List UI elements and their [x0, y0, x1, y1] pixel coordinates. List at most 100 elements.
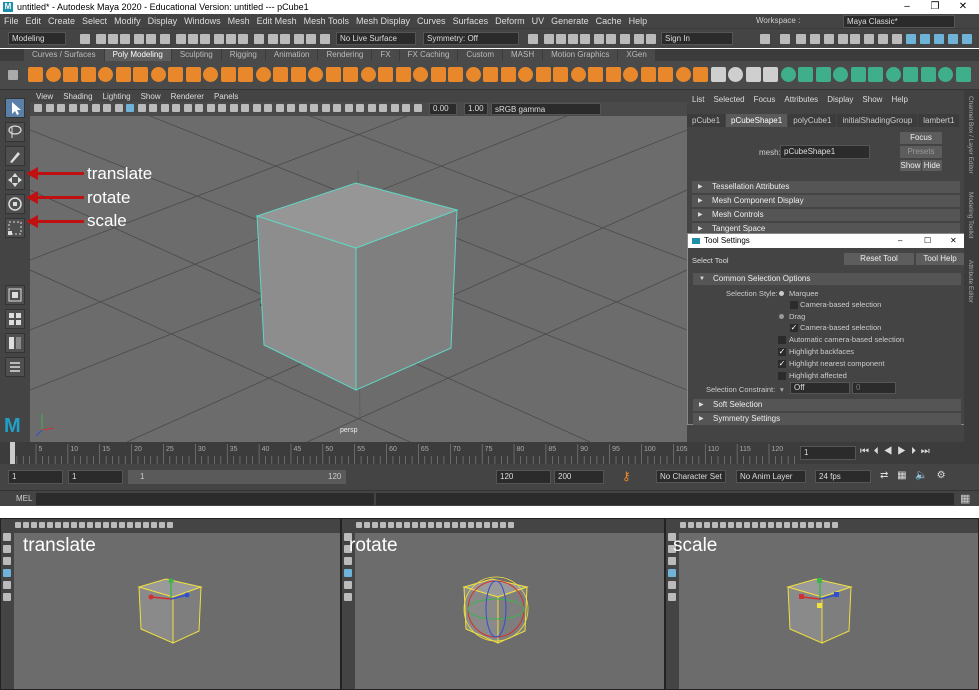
viewport-tool-icon[interactable]: [379, 104, 387, 112]
viewport-tool-icon[interactable]: [390, 104, 399, 112]
playback-end-field[interactable]: 120: [496, 470, 551, 484]
poly-shelf-tool-icon[interactable]: [255, 67, 271, 82]
status-tool-icon[interactable]: [824, 34, 834, 44]
status-tool-icon[interactable]: [294, 34, 304, 44]
status-tool-icon[interactable]: [920, 34, 930, 44]
script-editor-icon[interactable]: ▦: [960, 492, 970, 505]
poly-shelf-tool-icon[interactable]: [868, 67, 883, 82]
status-tool-icon[interactable]: [568, 34, 578, 44]
poly-shelf-tool-icon[interactable]: [115, 67, 131, 82]
poly-shelf-tool-icon[interactable]: [588, 67, 603, 82]
status-tool-icon[interactable]: [780, 34, 790, 44]
shelf-tab-rendering[interactable]: Rendering: [318, 49, 372, 61]
shelf-tab-poly-modeling[interactable]: Poly Modeling: [104, 49, 171, 61]
viewport-tool-icon[interactable]: [252, 104, 261, 112]
viewport-tool-icon[interactable]: [114, 104, 123, 112]
live-surface-dropdown[interactable]: No Live Surface: [336, 32, 416, 45]
status-tool-icon[interactable]: [320, 34, 330, 44]
gamma-field[interactable]: 1.00: [464, 103, 488, 115]
viewport-menu-view[interactable]: View: [36, 92, 53, 101]
ae-menu-selected[interactable]: Selected: [713, 95, 744, 104]
menu-cache[interactable]: Cache: [596, 16, 622, 26]
status-tool-icon[interactable]: [556, 34, 566, 44]
shelf-tab-mash[interactable]: MASH: [502, 49, 543, 61]
status-tool-icon[interactable]: [634, 34, 644, 44]
viewport-tool-icon[interactable]: [218, 104, 226, 112]
poly-shelf-tool-icon[interactable]: [325, 67, 341, 82]
playback-controls[interactable]: ⏮ ⏴ ◀ ▶ ⏵ ⏭: [860, 446, 931, 457]
status-tool-icon[interactable]: [528, 34, 538, 44]
auto-key-icon[interactable]: ⚷: [622, 469, 631, 483]
poly-shelf-tool-icon[interactable]: [518, 67, 533, 82]
poly-shelf-tool-icon[interactable]: [483, 67, 498, 82]
shelf-tab-sculpting[interactable]: Sculpting: [171, 49, 221, 61]
camera-based-checkbox-2[interactable]: ✓: [790, 324, 798, 332]
poly-shelf-tool-icon[interactable]: [693, 67, 708, 82]
playback-start-field[interactable]: 1: [68, 470, 123, 484]
viewport-tool-icon[interactable]: [367, 104, 376, 112]
poly-shelf-tool-icon[interactable]: [273, 67, 288, 82]
status-tool-icon[interactable]: [606, 34, 616, 44]
minimize-button[interactable]: –: [893, 0, 921, 14]
poly-shelf-tool-icon[interactable]: [465, 67, 481, 82]
ae-menu-show[interactable]: Show: [862, 95, 882, 104]
workspace-dropdown[interactable]: Maya Classic*: [843, 15, 955, 28]
color-space-dropdown[interactable]: sRGB gamma: [491, 103, 601, 115]
shelf-tab-xgen[interactable]: XGen: [618, 49, 655, 61]
status-tool-icon[interactable]: [214, 34, 224, 44]
tessellation-attributes-section[interactable]: Tessellation Attributes: [692, 181, 960, 193]
viewport-menu-shading[interactable]: Shading: [63, 92, 92, 101]
ae-tab-lambert1[interactable]: lambert1: [918, 114, 960, 127]
status-tool-icon[interactable]: [176, 34, 186, 44]
poly-shelf-tool-icon[interactable]: [710, 67, 726, 82]
viewport-tool-icon[interactable]: [160, 104, 169, 112]
status-tool-icon[interactable]: [760, 34, 770, 44]
ae-tab-pcube1[interactable]: pCube1: [687, 114, 726, 127]
mesh-component-display-section[interactable]: Mesh Component Display: [692, 195, 960, 207]
status-tool-icon[interactable]: [96, 34, 106, 44]
menu-create[interactable]: Create: [48, 16, 75, 26]
scale-tool-button[interactable]: [5, 218, 25, 238]
focus-button[interactable]: Focus: [900, 132, 942, 144]
menu-display[interactable]: Display: [148, 16, 178, 26]
ts-minimize-button[interactable]: –: [898, 234, 902, 248]
perspective-viewport[interactable]: View Shading Lighting Show Renderer Panels 0.…: [30, 90, 687, 442]
animation-end-field[interactable]: 200: [554, 470, 604, 484]
camera-based-checkbox-1[interactable]: [790, 301, 798, 309]
shelf-settings-icon[interactable]: [8, 70, 18, 80]
viewport-tool-icon[interactable]: [195, 104, 203, 112]
ae-menu-list[interactable]: List: [692, 95, 704, 104]
shelf-tab-rigging[interactable]: Rigging: [221, 49, 265, 61]
lasso-tool-button[interactable]: [5, 122, 25, 142]
ts-maximize-button[interactable]: ☐: [924, 234, 931, 248]
poly-shelf-tool-icon[interactable]: [395, 67, 411, 82]
menu-edit-mesh[interactable]: Edit Mesh: [257, 16, 297, 26]
viewport-menu-panels[interactable]: Panels: [214, 92, 238, 101]
menu-deform[interactable]: Deform: [495, 16, 525, 26]
ae-menu-focus[interactable]: Focus: [754, 95, 776, 104]
poly-shelf-tool-icon[interactable]: [745, 67, 761, 82]
viewport-tool-icon[interactable]: [206, 104, 215, 112]
poly-shelf-tool-icon[interactable]: [833, 67, 848, 82]
current-time-indicator[interactable]: [10, 442, 15, 464]
hide-button[interactable]: Hide: [922, 160, 942, 171]
poly-shelf-tool-icon[interactable]: [98, 67, 113, 82]
poly-shelf-tool-icon[interactable]: [185, 67, 201, 82]
close-button[interactable]: ✕: [949, 0, 977, 14]
ae-tab-pcubeshape1[interactable]: pCubeShape1: [726, 114, 788, 127]
ae-menu-attributes[interactable]: Attributes: [784, 95, 818, 104]
poly-shelf-tool-icon[interactable]: [763, 67, 778, 82]
viewport-menu-renderer[interactable]: Renderer: [171, 92, 204, 101]
viewport-tool-icon[interactable]: [344, 104, 353, 112]
shelf-tab-curves-surfaces[interactable]: Curves / Surfaces: [24, 49, 104, 61]
character-set-dropdown[interactable]: No Character Set: [656, 470, 726, 483]
move-tool-button[interactable]: [5, 170, 25, 190]
viewport-tool-icon[interactable]: [229, 104, 238, 112]
playback-option-icons[interactable]: ⇄ ▦ 🔈 ⚙: [880, 470, 949, 481]
viewport-tool-icon[interactable]: [310, 104, 318, 112]
range-slider-bar[interactable]: 1 120: [128, 470, 346, 484]
poly-shelf-tool-icon[interactable]: [938, 67, 953, 82]
poly-shelf-tool-icon[interactable]: [780, 67, 796, 82]
status-tool-icon[interactable]: [108, 34, 118, 44]
poly-shelf-tool-icon[interactable]: [290, 67, 306, 82]
